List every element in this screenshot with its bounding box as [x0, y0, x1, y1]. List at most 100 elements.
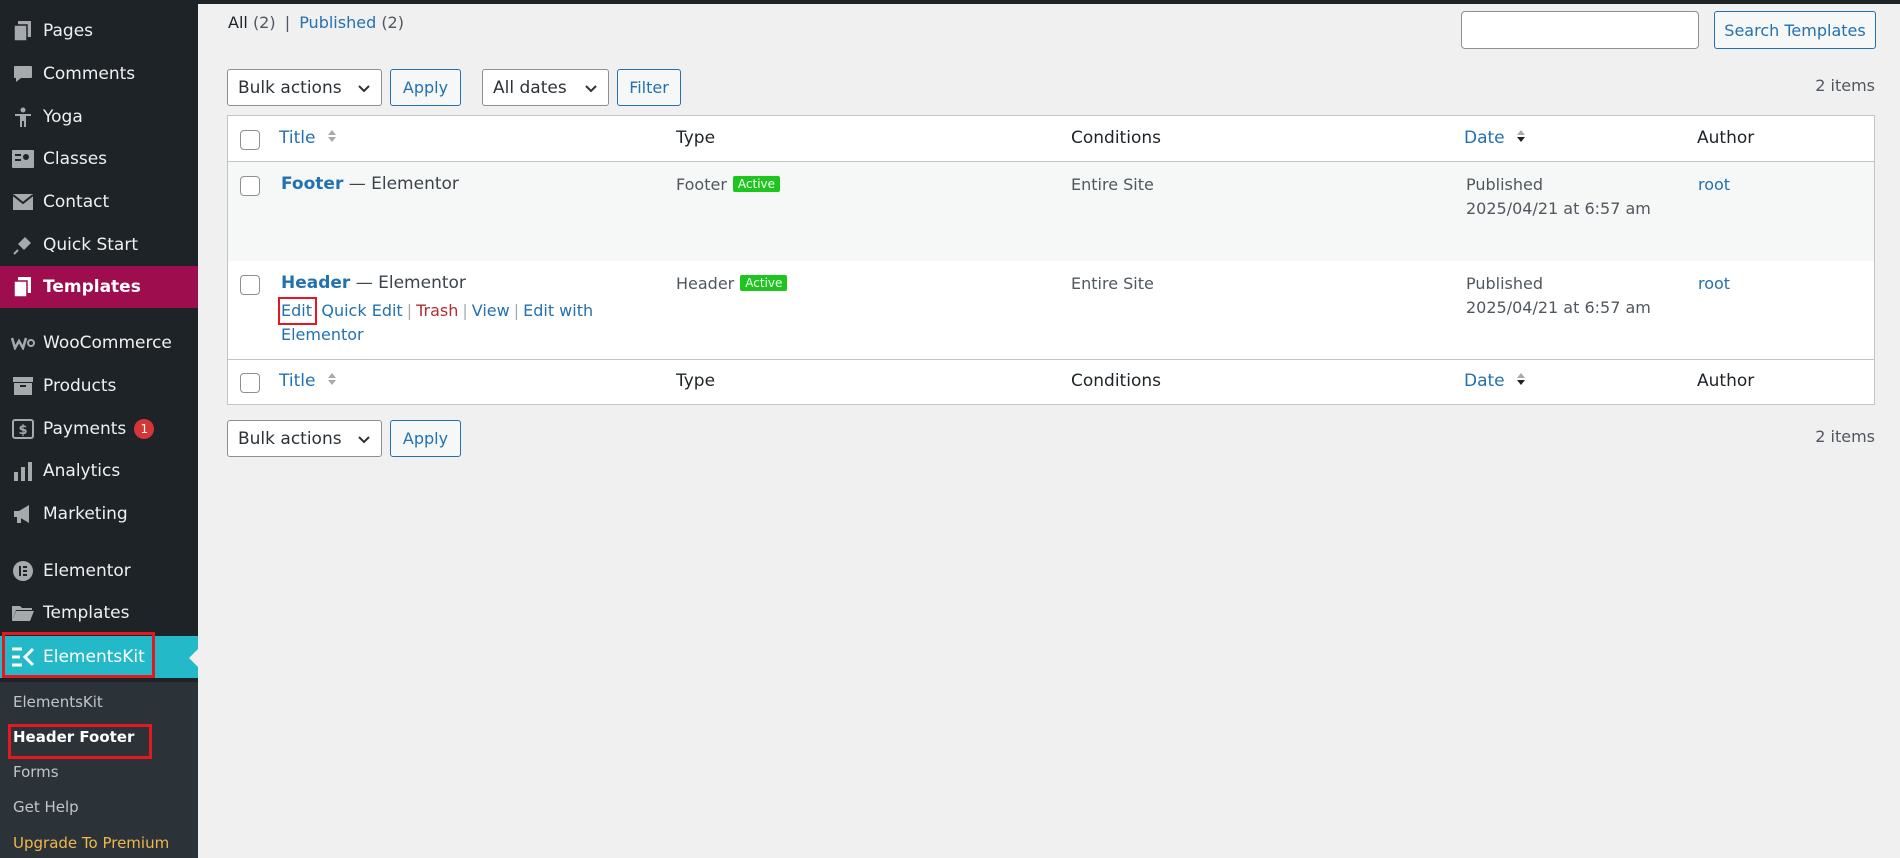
column-title-label: Title	[279, 371, 316, 391]
row-checkbox[interactable]	[240, 176, 260, 196]
row-date: 2025/04/21 at 6:57 am	[1466, 199, 1651, 218]
templates-table: Title Type Conditions Date Author Footer…	[227, 115, 1875, 405]
filter-all-link[interactable]: All	[228, 13, 248, 32]
table-row: Header — Elementor Edit|Quick Edit|Trash…	[228, 261, 1874, 360]
submenu-item-get-help[interactable]: Get Help	[13, 798, 79, 816]
row-conditions-cell: Entire Site	[1071, 274, 1154, 293]
elementskit-icon	[8, 647, 38, 667]
column-type: Type	[676, 128, 716, 148]
date-filter-select[interactable]: All dates	[482, 69, 609, 106]
sidebar-item-payments[interactable]: $ Payments 1	[0, 408, 198, 450]
notification-badge: 1	[134, 419, 155, 439]
bulk-actions-select-top[interactable]: Bulk actions	[227, 69, 382, 106]
sidebar-item-contact[interactable]: Contact	[0, 181, 198, 223]
row-checkbox[interactable]	[240, 275, 260, 295]
sidebar-item-classes[interactable]: Classes	[0, 138, 198, 180]
column-title-footer[interactable]: Title	[279, 371, 337, 391]
submenu-item-header-footer[interactable]: Header Footer	[13, 728, 134, 746]
sidebar-item-analytics[interactable]: Analytics	[0, 450, 198, 492]
filter-button[interactable]: Filter	[617, 69, 681, 106]
template-type: Footer	[676, 175, 727, 194]
column-date[interactable]: Date	[1464, 128, 1526, 148]
apply-button-top[interactable]: Apply	[390, 69, 461, 106]
sidebar-item-label: Comments	[43, 64, 136, 84]
filter-separator: |	[284, 13, 291, 32]
select-all-checkbox-bottom[interactable]	[240, 373, 260, 393]
envelope-icon	[8, 194, 38, 210]
column-date-footer[interactable]: Date	[1464, 371, 1526, 391]
view-link[interactable]: View	[472, 301, 510, 320]
sidebar-item-label: ElementsKit	[43, 647, 145, 667]
sidebar-item-label: Elementor	[43, 561, 131, 581]
sidebar-item-quick-start[interactable]: Quick Start	[0, 224, 198, 266]
row-date-status: Published	[1466, 274, 1544, 293]
chevron-down-icon	[357, 431, 371, 451]
edit-with-elementor-link-cont[interactable]: Elementor	[281, 325, 364, 344]
admin-sidebar: Pages Comments Yoga Classes Contact Quic…	[0, 0, 198, 858]
search-templates-button[interactable]: Search Templates	[1714, 11, 1876, 49]
filter-published-count: (2)	[381, 13, 404, 32]
sidebar-item-marketing[interactable]: Marketing	[0, 493, 198, 535]
row-conditions-cell: Entire Site	[1071, 175, 1154, 194]
column-date-label: Date	[1464, 128, 1505, 148]
author-link[interactable]: root	[1698, 175, 1730, 194]
row-title-cell: Footer — Elementor	[281, 174, 459, 194]
person-icon	[8, 107, 38, 127]
sidebar-item-templates[interactable]: Templates	[0, 266, 198, 308]
row-title-cell: Header — Elementor	[281, 273, 466, 293]
column-title-label: Title	[279, 128, 316, 148]
elementskit-submenu: ElementsKit Header Footer Forms Get Help…	[0, 682, 198, 858]
quick-edit-link[interactable]: Quick Edit	[321, 301, 402, 320]
sidebar-item-products[interactable]: Products	[0, 365, 198, 407]
sidebar-item-label: Products	[43, 376, 117, 396]
column-author-footer: Author	[1697, 371, 1755, 391]
bar-chart-icon	[8, 461, 38, 481]
template-title-link[interactable]: Header	[281, 273, 350, 293]
woo-icon	[8, 336, 38, 350]
megaphone-icon	[8, 504, 38, 524]
sidebar-item-pages[interactable]: Pages	[0, 10, 198, 52]
sidebar-item-yoga[interactable]: Yoga	[0, 96, 198, 138]
top-border	[198, 0, 1900, 4]
submenu-item-forms[interactable]: Forms	[13, 763, 59, 781]
template-title-link[interactable]: Footer	[281, 174, 343, 194]
template-title-suffix: — Elementor	[355, 273, 466, 293]
row-date: 2025/04/21 at 6:57 am	[1466, 298, 1651, 317]
author-link[interactable]: root	[1698, 274, 1730, 293]
id-card-icon	[8, 150, 38, 168]
row-type-cell: Footer Active	[676, 175, 781, 194]
items-count-top: 2 items	[1815, 76, 1875, 95]
table-header-row: Title Type Conditions Date Author	[228, 116, 1874, 162]
submenu-item-elementskit[interactable]: ElementsKit	[13, 693, 103, 711]
column-date-label: Date	[1464, 371, 1505, 391]
submenu-item-upgrade[interactable]: Upgrade To Premium	[13, 834, 169, 852]
bulk-actions-select-bottom[interactable]: Bulk actions	[227, 420, 382, 457]
apply-button-bottom[interactable]: Apply	[390, 420, 461, 457]
sidebar-item-label: Quick Start	[43, 235, 139, 255]
sidebar-item-woocommerce[interactable]: WooCommerce	[0, 322, 198, 364]
sidebar-item-elementor[interactable]: Elementor	[0, 550, 198, 592]
elementor-icon	[8, 561, 38, 581]
edit-with-elementor-link[interactable]: Edit with	[523, 301, 593, 320]
select-all-checkbox[interactable]	[240, 130, 260, 150]
sidebar-item-comments[interactable]: Comments	[0, 53, 198, 95]
sidebar-item-templates-elementor[interactable]: Templates	[0, 592, 198, 634]
filter-published-link[interactable]: Published	[299, 13, 376, 32]
sidebar-item-label: Analytics	[43, 461, 121, 481]
edit-link[interactable]: Edit	[281, 301, 312, 320]
dollar-icon: $	[8, 419, 38, 439]
row-actions: Edit|Quick Edit|Trash|View|Edit with	[281, 301, 594, 320]
chevron-down-icon	[357, 80, 371, 100]
sidebar-item-elementskit[interactable]: ElementsKit	[0, 636, 198, 678]
column-title[interactable]: Title	[279, 128, 337, 148]
archive-icon	[8, 377, 38, 395]
items-count-bottom: 2 items	[1815, 427, 1875, 446]
sidebar-item-label: Templates	[43, 603, 130, 623]
column-conditions-footer: Conditions	[1071, 371, 1161, 391]
bulk-actions-value: Bulk actions	[238, 428, 342, 449]
sidebar-item-label: Classes	[43, 149, 108, 169]
bulk-actions-value: Bulk actions	[238, 77, 342, 98]
sidebar-item-label: Templates	[43, 277, 141, 297]
search-input[interactable]	[1461, 11, 1699, 49]
trash-link[interactable]: Trash	[416, 301, 458, 320]
